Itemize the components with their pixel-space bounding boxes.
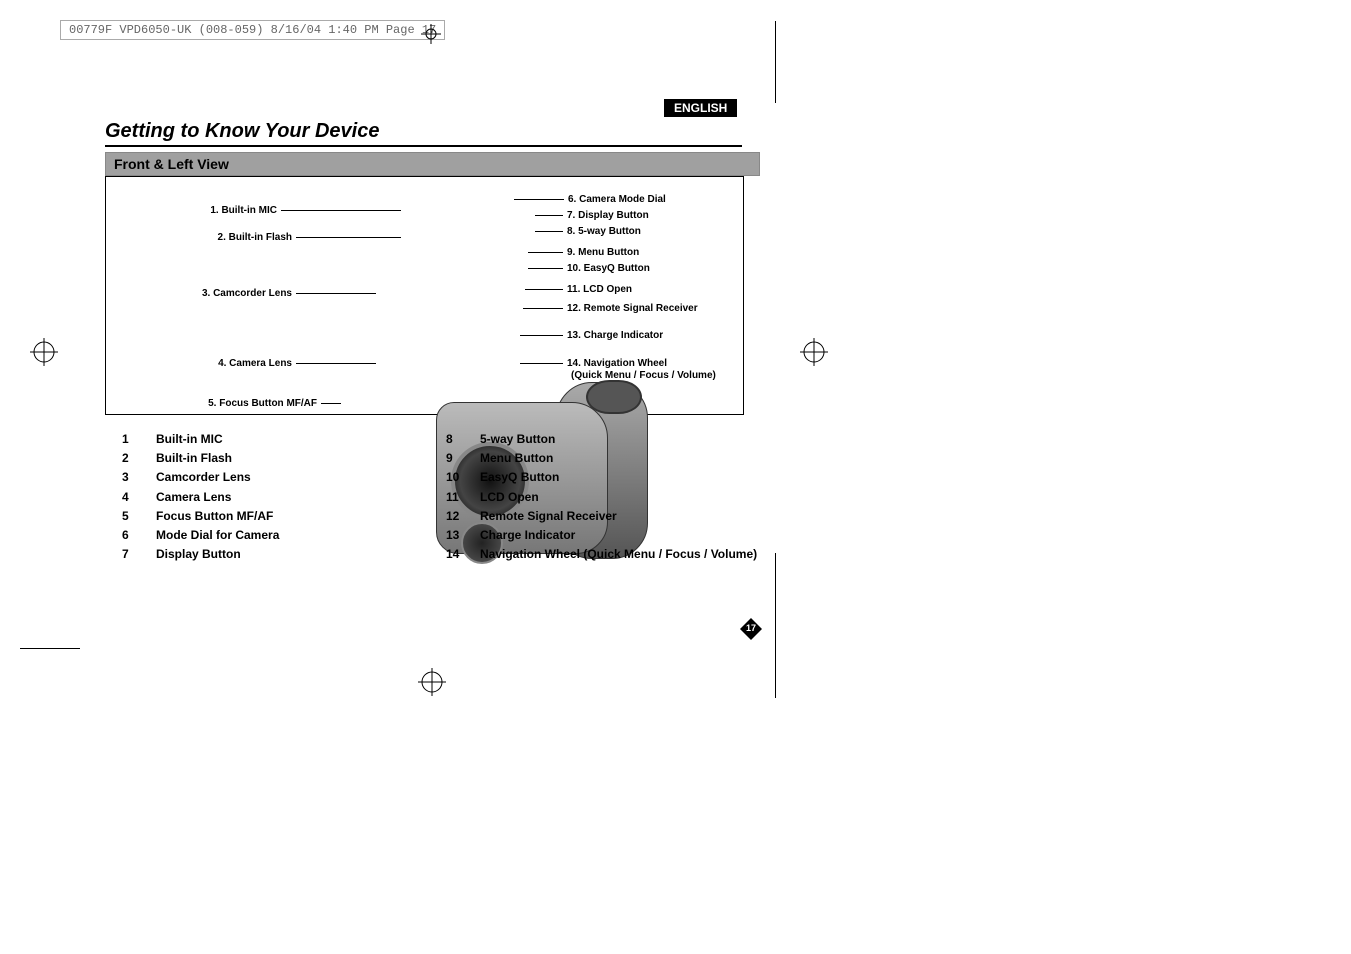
callout-right: 13. Charge Indicator [516, 330, 663, 341]
callout-left: 3. Camcorder Lens [110, 288, 380, 299]
callout-left: 2. Built-in Flash [125, 232, 405, 243]
callout-right: 7. Display Button [531, 210, 649, 221]
legend-item: 6Mode Dial for Camera [122, 526, 279, 545]
registration-mark-icon [800, 338, 828, 371]
legend-item: 12Remote Signal Receiver [446, 507, 757, 526]
legend-item: 7Display Button [122, 545, 279, 564]
legend-item: 1Built-in MIC [122, 430, 279, 449]
page-number: 17 [740, 618, 762, 640]
legend-item: 10EasyQ Button [446, 468, 757, 487]
registration-mark-icon [418, 668, 446, 701]
callout-left: 4. Camera Lens [120, 358, 380, 369]
legend-item: 9Menu Button [446, 449, 757, 468]
legend-col-right: 85-way Button 9Menu Button 10EasyQ Butto… [446, 430, 757, 564]
callout-right: 12. Remote Signal Receiver [519, 303, 698, 314]
callout-right: 10. EasyQ Button [524, 263, 650, 274]
crop-mark-top [421, 24, 441, 49]
callout-right: 9. Menu Button [524, 247, 639, 258]
legend-col-left: 1Built-in MIC 2Built-in Flash 3Camcorder… [122, 430, 279, 564]
callout-right-sub: (Quick Menu / Focus / Volume) [571, 370, 716, 381]
page-title: Getting to Know Your Device [105, 120, 379, 143]
cut-line [20, 648, 80, 649]
legend-item: 13Charge Indicator [446, 526, 757, 545]
cut-line [775, 21, 776, 103]
callout-right: 14. Navigation Wheel [516, 358, 667, 369]
callout-right: 6. Camera Mode Dial [510, 194, 666, 205]
callout-right: 11. LCD Open [521, 284, 632, 295]
legend-item: 5Focus Button MF/AF [122, 507, 279, 526]
legend-item: 2Built-in Flash [122, 449, 279, 468]
legend-item: 4Camera Lens [122, 488, 279, 507]
legend-item: 3Camcorder Lens [122, 468, 279, 487]
cut-line [775, 553, 776, 698]
page: 00779F VPD6050-UK (008-059) 8/16/04 1:40… [0, 0, 1351, 954]
legend-item: 14Navigation Wheel (Quick Menu / Focus /… [446, 545, 757, 564]
registration-mark-icon [30, 338, 58, 371]
title-rule [105, 145, 742, 147]
callout-right: 8. 5-way Button [531, 226, 641, 237]
legend-item: 85-way Button [446, 430, 757, 449]
file-header-slug: 00779F VPD6050-UK (008-059) 8/16/04 1:40… [60, 20, 445, 40]
section-heading: Front & Left View [105, 152, 760, 176]
language-badge: ENGLISH [664, 99, 737, 117]
callout-left: 1. Built-in MIC [145, 205, 405, 216]
legend-item: 11LCD Open [446, 488, 757, 507]
callout-left: 5. Focus Button MF/AF [115, 398, 345, 409]
